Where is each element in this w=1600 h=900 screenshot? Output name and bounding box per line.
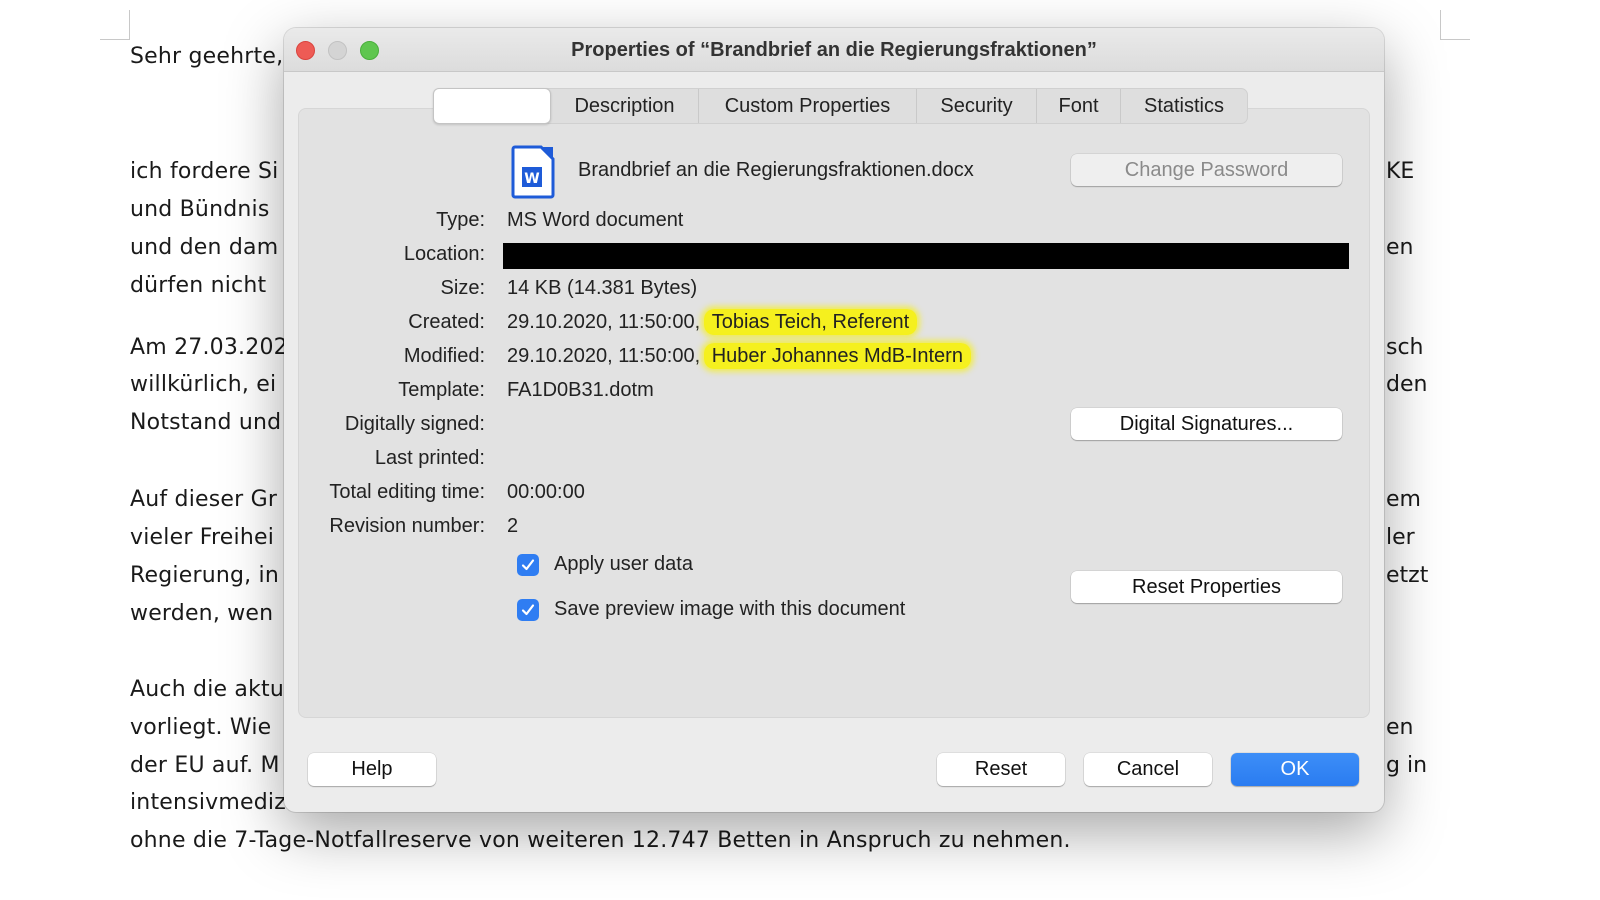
doc-text-fragment: en	[1386, 715, 1414, 740]
save-preview-image-label[interactable]: Save preview image with this document	[554, 598, 905, 621]
created-value: 29.10.2020, 11:50:00, Tobias Teich, Refe…	[507, 309, 918, 335]
template-label: Template:	[398, 379, 485, 401]
created-date: 29.10.2020, 11:50:00,	[507, 311, 701, 333]
modified-label: Modified:	[403, 345, 485, 367]
reset-properties-button[interactable]: Reset Properties	[1071, 571, 1342, 603]
tab-font[interactable]: Font	[1037, 89, 1121, 123]
tab-description[interactable]: Description	[551, 89, 699, 123]
template-value: FA1D0B31.dotm	[507, 379, 654, 401]
type-label: Type:	[436, 209, 485, 231]
file-name: Brandbrief an die Regierungsfraktionen.d…	[578, 159, 974, 181]
save-preview-image-checkbox[interactable]	[517, 599, 539, 621]
doc-text-line: intensivmediz	[130, 790, 286, 815]
size-label: Size:	[440, 277, 485, 299]
help-button[interactable]: Help	[308, 753, 436, 786]
tab-security[interactable]: Security	[917, 89, 1037, 123]
doc-text-fragment: KE	[1386, 159, 1415, 184]
svg-text:W: W	[524, 171, 539, 187]
doc-text-line: ohne die 7-Tage-Notfallreserve von weite…	[130, 828, 1071, 853]
total-editing-time-value: 00:00:00	[507, 481, 585, 503]
doc-text-line: und Bündnis	[130, 197, 270, 222]
doc-text-line: Auch die aktu	[130, 677, 285, 702]
modified-value: 29.10.2020, 11:50:00, Huber Johannes MdB…	[507, 343, 971, 369]
checkmark-icon	[521, 604, 535, 616]
doc-text-line: ich fordere Si	[130, 159, 279, 184]
tab-custom-properties[interactable]: Custom Properties	[699, 89, 917, 123]
modified-author-highlighted: Huber Johannes MdB-Intern	[703, 343, 971, 369]
doc-text-line: Sehr geehrte,	[130, 44, 284, 69]
digitally-signed-label: Digitally signed:	[344, 413, 485, 435]
crop-mark-top-left	[100, 10, 130, 40]
doc-text-line: dürfen nicht	[130, 273, 267, 298]
cancel-button[interactable]: Cancel	[1084, 753, 1212, 786]
doc-text-line: Auf dieser Gr	[130, 487, 278, 512]
word-document-icon: W	[511, 145, 555, 199]
doc-text-fragment: g in	[1386, 753, 1428, 778]
revision-number-label: Revision number:	[329, 515, 485, 537]
title-bar[interactable]: Properties of “Brandbrief an die Regieru…	[284, 28, 1384, 72]
revision-number-value: 2	[507, 515, 519, 537]
doc-text-line: vorliegt. Wie	[130, 715, 272, 740]
doc-text-fragment: en	[1386, 235, 1414, 260]
doc-text-fragment: den	[1386, 372, 1428, 397]
properties-dialog: Properties of “Brandbrief an die Regieru…	[284, 28, 1384, 812]
ok-button[interactable]: OK	[1231, 753, 1359, 786]
change-password-button[interactable]: Change Password	[1071, 154, 1342, 186]
doc-text-line: und den dam	[130, 235, 279, 260]
apply-user-data-checkbox[interactable]	[517, 554, 539, 576]
digital-signatures-button[interactable]: Digital Signatures...	[1071, 408, 1342, 440]
doc-text-fragment: em	[1386, 487, 1421, 512]
doc-text-line: vieler Freihei	[130, 525, 275, 550]
type-value: MS Word document	[507, 209, 684, 231]
location-value-redacted	[503, 243, 1349, 269]
tab-general[interactable]	[433, 88, 551, 124]
doc-text-line: werden, wen	[130, 601, 274, 626]
doc-text-line: Am 27.03.202	[130, 335, 288, 360]
last-printed-label: Last printed:	[374, 447, 485, 469]
tab-bar: Description Custom Properties Security F…	[433, 88, 1248, 124]
total-editing-time-label: Total editing time:	[329, 481, 485, 503]
size-value: 14 KB (14.381 Bytes)	[507, 277, 698, 299]
doc-text-line: Notstand und	[130, 410, 282, 435]
reset-button[interactable]: Reset	[937, 753, 1065, 786]
doc-text-line: willkürlich, ei	[130, 372, 277, 397]
doc-text-fragment: ler	[1386, 525, 1415, 550]
doc-text-line: Regierung, in	[130, 563, 279, 588]
modified-date: 29.10.2020, 11:50:00,	[507, 345, 701, 367]
doc-text-fragment: etzt	[1386, 563, 1429, 588]
location-label: Location:	[403, 243, 485, 265]
checkmark-icon	[521, 559, 535, 571]
crop-mark-top-right	[1440, 10, 1470, 40]
created-author-highlighted: Tobias Teich, Referent	[703, 309, 918, 335]
dialog-title: Properties of “Brandbrief an die Regieru…	[571, 39, 1097, 61]
tab-statistics[interactable]: Statistics	[1121, 89, 1247, 123]
doc-text-fragment: sch	[1386, 335, 1424, 360]
created-label: Created:	[408, 311, 485, 333]
apply-user-data-label[interactable]: Apply user data	[554, 553, 693, 576]
doc-text-line: der EU auf. M	[130, 753, 280, 778]
